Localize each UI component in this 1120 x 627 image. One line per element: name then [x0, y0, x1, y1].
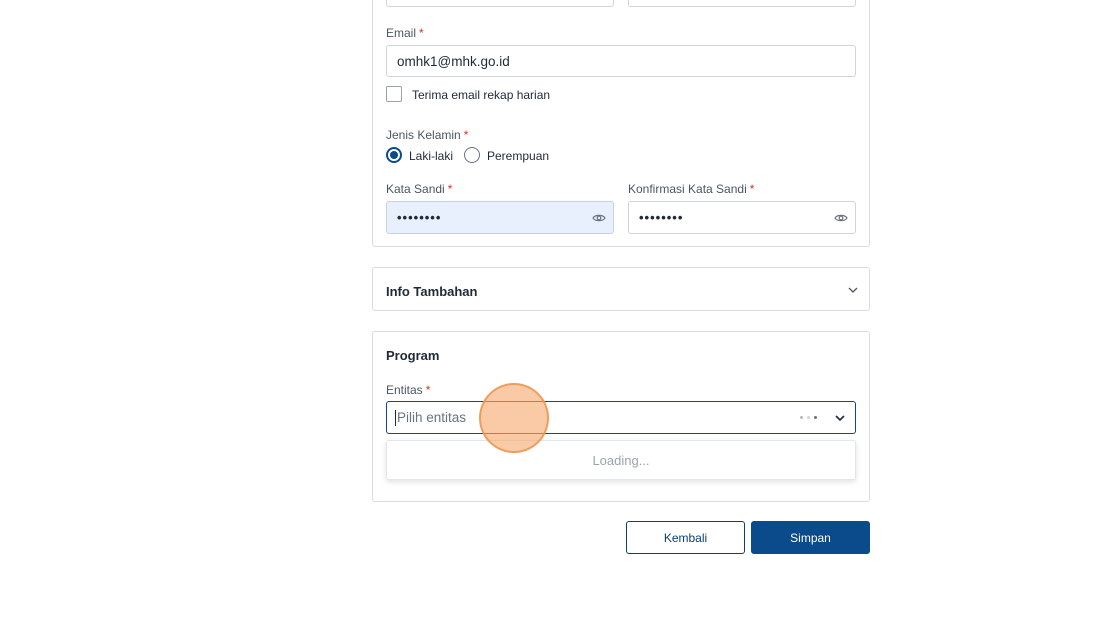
password-label: Kata Sandi *: [386, 182, 453, 196]
email-label: Email *: [386, 26, 424, 40]
confirm-password-value: ••••••••: [639, 210, 684, 225]
gender-label: Jenis Kelamin *: [386, 128, 469, 142]
gender-option-female: Perempuan: [487, 149, 550, 163]
email-value: omhk1@mhk.go.id: [397, 53, 510, 69]
eye-icon[interactable]: [834, 213, 848, 223]
gender-radio-male[interactable]: [386, 147, 402, 163]
gender-radio-female[interactable]: [464, 147, 480, 163]
chevron-down-icon[interactable]: [834, 412, 846, 424]
confirm-password-field[interactable]: ••••••••: [628, 201, 856, 234]
entitas-select[interactable]: Pilih entitas: [386, 401, 856, 434]
daily-recap-checkbox[interactable]: [386, 86, 402, 102]
entitas-placeholder: Pilih entitas: [395, 409, 467, 426]
password-value: ••••••••: [397, 210, 442, 225]
eye-icon[interactable]: [592, 213, 606, 223]
info-tambahan-title: Info Tambahan: [386, 284, 478, 299]
entitas-label: Entitas *: [386, 383, 431, 397]
info-tambahan-accordion[interactable]: Info Tambahan: [372, 267, 870, 311]
first-name-field[interactable]: [386, 0, 614, 7]
last-name-field[interactable]: [628, 0, 856, 7]
daily-recap-label: Terima email rekap harian: [412, 88, 551, 102]
loading-spinner-icon: [800, 416, 817, 419]
dropdown-loading-text: Loading...: [592, 452, 650, 468]
gender-option-male: Laki-laki: [409, 149, 454, 163]
save-button[interactable]: Simpan: [751, 521, 870, 554]
entitas-dropdown-menu: Loading...: [386, 440, 856, 480]
back-button[interactable]: Kembali: [626, 521, 745, 554]
password-field[interactable]: ••••••••: [386, 201, 614, 234]
confirm-password-label: Konfirmasi Kata Sandi *: [628, 182, 755, 196]
program-title: Program: [386, 348, 440, 363]
chevron-down-icon[interactable]: [847, 284, 859, 296]
email-field[interactable]: omhk1@mhk.go.id: [386, 45, 856, 77]
cursor-highlight: [479, 383, 549, 453]
